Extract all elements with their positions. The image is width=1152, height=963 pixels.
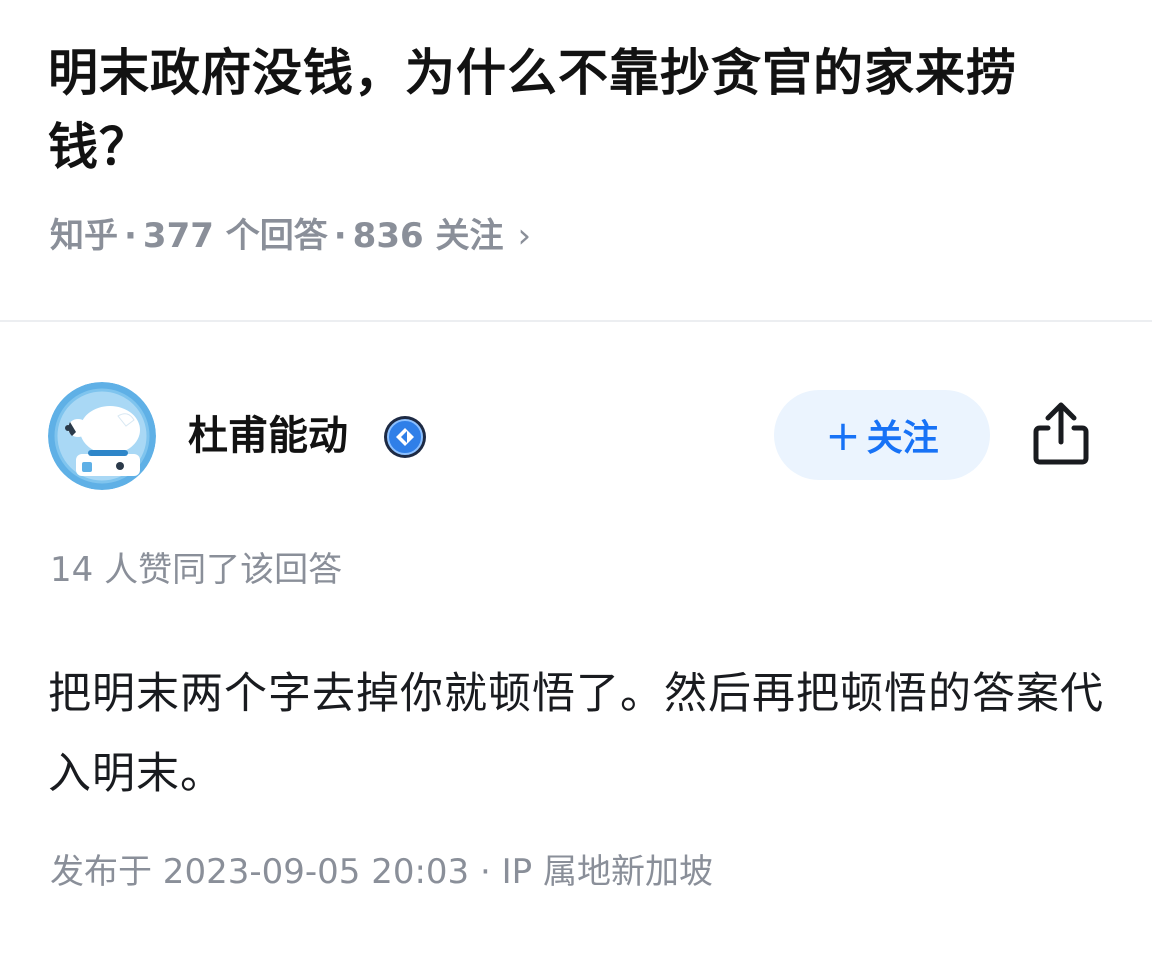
followers-count: 836 关注 <box>352 216 504 256</box>
avatar[interactable] <box>48 382 156 490</box>
divider <box>0 320 1152 322</box>
meta-separator: · <box>124 216 137 256</box>
author-row: 杜甫能动 + 关注 <box>0 380 1152 492</box>
upvote-count: 14 人赞同了该回答 <box>50 550 343 590</box>
question-meta[interactable]: 知乎 · 377 个回答 · 836 关注 › <box>50 212 531 260</box>
publish-info: 发布于 2023-09-05 20:03 · IP 属地新加坡 <box>50 852 713 892</box>
question-title[interactable]: 明末政府没钱，为什么不靠抄贪官的家来捞钱？ <box>48 36 1108 184</box>
plus-icon: + <box>825 410 861 460</box>
chevron-right-icon: › <box>517 216 532 256</box>
source-label: 知乎 <box>50 216 118 256</box>
verified-badge-icon <box>384 416 426 458</box>
astronaut-dog-avatar-icon <box>48 382 156 490</box>
answer-body: 把明末两个字去掉你就顿悟了。然后再把顿悟的答案代入明末。 <box>48 669 1104 799</box>
follow-label: 关注 <box>866 418 939 459</box>
answers-count: 377 个回答 <box>142 216 328 256</box>
author-name[interactable]: 杜甫能动 <box>188 410 348 462</box>
follow-button[interactable]: + 关注 <box>774 390 990 480</box>
meta-separator: · <box>333 216 347 256</box>
share-icon[interactable] <box>1030 400 1092 468</box>
